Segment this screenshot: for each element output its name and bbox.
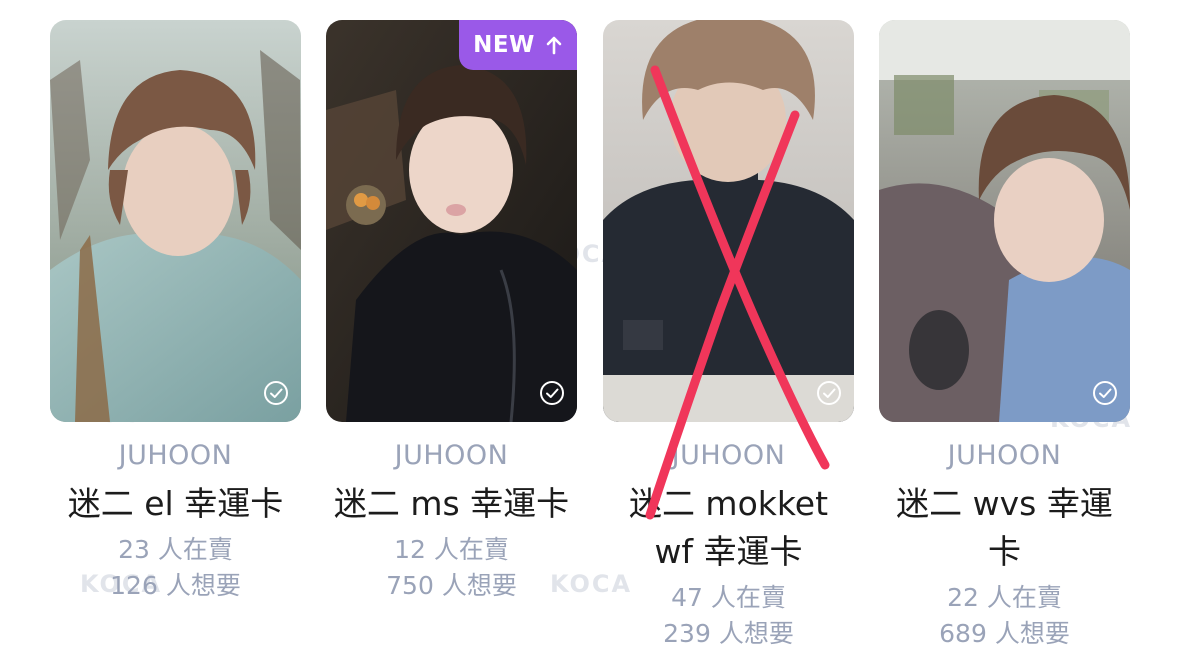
seller-count: 23 人在賣 (118, 535, 233, 564)
member-name: JUHOON (118, 440, 233, 471)
card-title[interactable]: 迷二 el 幸運卡 (50, 480, 301, 528)
member-name: JUHOON (394, 440, 509, 471)
seller-count: 47 人在賣 (671, 583, 786, 612)
wanter-count: 689 人想要 (939, 619, 1070, 648)
photocard-image[interactable] (50, 20, 301, 422)
new-badge: NEW (459, 20, 577, 70)
member-name: JUHOON (947, 440, 1062, 471)
check-circle-icon[interactable] (539, 380, 565, 406)
photocard-grid: KOCA KOCA KOCA KOCA KOCA KOCA KOCA (0, 0, 1179, 669)
card-title[interactable]: 迷二 mokket wf 幸運卡 (603, 480, 854, 576)
photocard-info: JUHOON 迷二 mokket wf 幸運卡 47 人在賣 239 人想要 (603, 438, 854, 652)
photocard-item[interactable]: NEW JUHOON 迷二 ms 幸運卡 12 人在賣 750 人想要 (326, 20, 577, 604)
photocard-item[interactable]: JUHOON 迷二 mokket wf 幸運卡 47 人在賣 239 人想要 (603, 20, 854, 652)
photocard-info: JUHOON 迷二 ms 幸運卡 12 人在賣 750 人想要 (326, 438, 577, 604)
photo-art (603, 20, 854, 422)
photocard-info: JUHOON 迷二 el 幸運卡 23 人在賣 126 人想要 (50, 438, 301, 604)
check-circle-icon[interactable] (816, 380, 842, 406)
wanter-count: 126 人想要 (110, 571, 241, 600)
photocard-image[interactable]: NEW (326, 20, 577, 422)
photocard-item[interactable]: JUHOON 迷二 el 幸運卡 23 人在賣 126 人想要 (50, 20, 301, 604)
member-name: JUHOON (671, 440, 786, 471)
arrow-up-icon (546, 36, 562, 55)
new-badge-label: NEW (473, 32, 535, 58)
check-circle-icon[interactable] (263, 380, 289, 406)
photocard-image[interactable] (603, 20, 854, 422)
check-circle-icon[interactable] (1092, 380, 1118, 406)
card-title[interactable]: 迷二 wvs 幸運卡 (879, 480, 1130, 576)
photocard-image[interactable] (879, 20, 1130, 422)
wanter-count: 750 人想要 (386, 571, 517, 600)
photocard-info: JUHOON 迷二 wvs 幸運卡 22 人在賣 689 人想要 (879, 438, 1130, 652)
photo-art (50, 20, 301, 422)
seller-count: 22 人在賣 (947, 583, 1062, 612)
photo-art (879, 20, 1130, 422)
wanter-count: 239 人想要 (663, 619, 794, 648)
card-title[interactable]: 迷二 ms 幸運卡 (326, 480, 577, 528)
photocard-item[interactable]: JUHOON 迷二 wvs 幸運卡 22 人在賣 689 人想要 (879, 20, 1130, 652)
seller-count: 12 人在賣 (394, 535, 509, 564)
photo-art (326, 20, 577, 422)
